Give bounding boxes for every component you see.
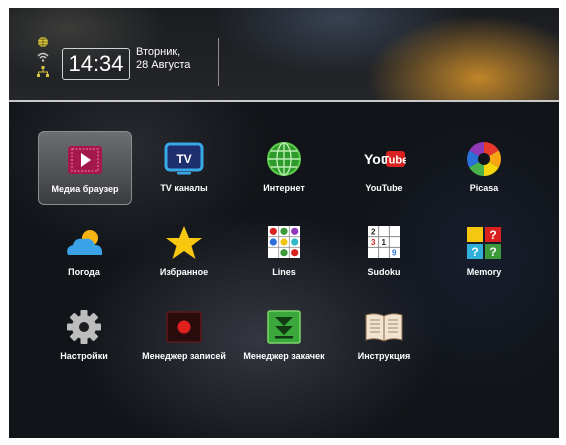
app-label: YouTube (365, 183, 403, 193)
app-media-browser[interactable]: Медиа браузер (38, 131, 132, 205)
memory-mark: ? (471, 245, 478, 259)
download-icon (267, 310, 301, 344)
app-label: Менеджер записей (142, 351, 226, 361)
tv-screen: 14:34 Вторник, 28 Августа Медиа браузер … (9, 8, 559, 438)
youtube-tube-text: Tube (383, 155, 406, 167)
clock: 14:34 (62, 48, 130, 80)
date-display: Вторник, 28 Августа (136, 46, 190, 72)
app-weather[interactable]: Погода (38, 215, 130, 287)
app-label: Picasa (469, 183, 499, 193)
app-label: Настройки (60, 351, 108, 361)
sudoku-icon: 2 3 1 9 (368, 226, 400, 258)
app-label: Sudoku (367, 267, 401, 277)
app-label: Интернет (263, 183, 305, 193)
youtube-icon: You Tube (364, 151, 406, 167)
header-divider (218, 38, 219, 86)
tv-icon-text: TV (176, 152, 191, 166)
picasa-icon (467, 142, 501, 176)
app-tv-channels[interactable]: TV TV каналы (138, 131, 230, 203)
app-label: Медиа браузер (51, 184, 119, 194)
sudoku-digit: 9 (392, 249, 397, 258)
top-status-bar: 14:34 Вторник, 28 Августа (9, 8, 559, 102)
globe-status-icon (38, 37, 48, 47)
app-label: Memory (466, 267, 502, 277)
app-label: Погода (68, 267, 100, 277)
app-favorites[interactable]: Избранное (138, 215, 230, 287)
app-manual[interactable]: Инструкция (338, 299, 430, 371)
sudoku-digit: 2 (371, 228, 376, 237)
app-picasa[interactable]: Picasa (438, 131, 530, 203)
book-icon (365, 313, 403, 342)
date-text: 28 Августа (136, 59, 191, 71)
sudoku-digit: 1 (382, 238, 387, 247)
tv-icon: TV (164, 142, 204, 175)
app-label: Инструкция (357, 351, 411, 361)
star-icon (166, 226, 202, 259)
app-memory[interactable]: ? ? ? Memory (438, 215, 530, 287)
weather-icon (67, 230, 103, 255)
app-label: Менеджер закачек (243, 351, 325, 361)
app-label: TV каналы (160, 183, 208, 193)
memory-mark: ? (489, 245, 496, 259)
lines-game-icon (268, 226, 300, 258)
app-label: Lines (272, 267, 296, 277)
memory-mark: ? (489, 228, 496, 242)
app-lines[interactable]: Lines (238, 215, 330, 287)
app-downloads-manager[interactable]: Менеджер закачек (238, 299, 330, 371)
status-icons (37, 36, 53, 82)
record-icon (166, 311, 202, 343)
media-browser-icon (68, 146, 102, 174)
network-status-icon (37, 66, 49, 77)
weekday: Вторник, (136, 46, 181, 58)
app-label: Избранное (159, 267, 209, 277)
gear-icon (67, 310, 101, 344)
globe-icon (267, 142, 301, 176)
app-sudoku[interactable]: 2 3 1 9 Sudoku (338, 215, 430, 287)
wifi-status-icon (37, 52, 49, 62)
app-youtube[interactable]: You Tube YouTube (338, 131, 430, 203)
memory-game-icon: ? ? ? (467, 227, 501, 259)
app-settings[interactable]: Настройки (38, 299, 130, 371)
app-internet[interactable]: Интернет (238, 131, 330, 203)
app-recordings-manager[interactable]: Менеджер записей (138, 299, 230, 371)
sudoku-digit: 3 (371, 238, 376, 247)
